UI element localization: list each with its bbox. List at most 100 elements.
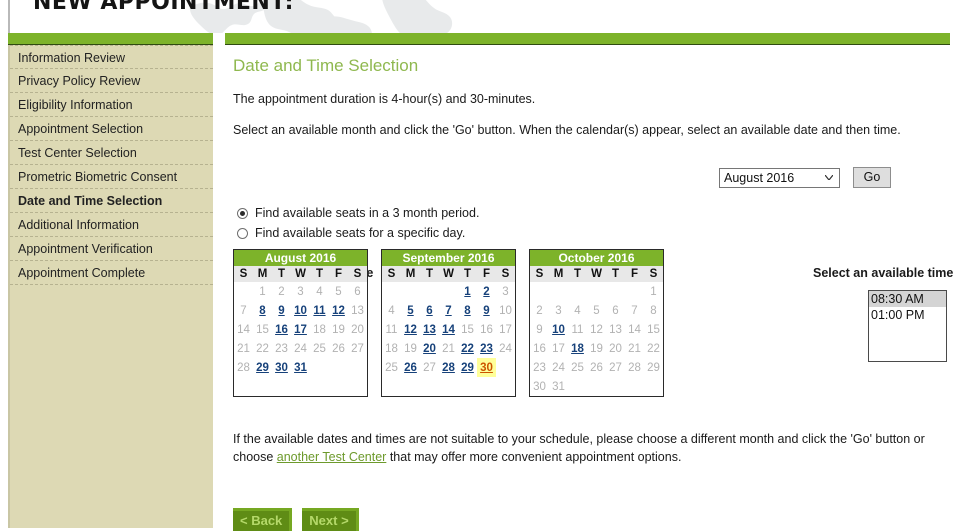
weekday-header: W [439, 266, 458, 282]
sidebar-item-eligibility-information[interactable]: Eligibility Information [10, 93, 213, 117]
calendar-title: September 2016 [382, 250, 515, 266]
calendar-day-available[interactable]: 22 [458, 339, 477, 358]
calendar-day-available[interactable]: 31 [291, 358, 310, 377]
calendar-week-row: 25 26 27 28 29 30 [382, 358, 515, 377]
another-test-center-link[interactable]: another Test Center [277, 450, 387, 464]
sidebar-item-appointment-selection[interactable]: Appointment Selection [10, 117, 213, 141]
calendar-day-unavailable: 27 [609, 361, 622, 374]
calendar-grid: S M T W T F S 1 2 3 4 5 6 7 8 9 10 11 12 13 14 15 16 17 18 19 20 21… [234, 266, 367, 377]
calendar-day-unavailable: 1 [650, 285, 657, 298]
calendar-day-available[interactable]: 18 [568, 339, 587, 358]
calendar-day-available[interactable]: 13 [420, 320, 439, 339]
calendar-day-available[interactable]: 11 [310, 301, 329, 320]
radio-icon-unselected[interactable] [237, 227, 248, 239]
header-left-rule [8, 0, 10, 33]
calendar-day-available[interactable]: 29 [253, 358, 272, 377]
sidebar-item-test-center-selection[interactable]: Test Center Selection [10, 141, 213, 165]
calendar-day-unavailable: 25 [385, 361, 398, 374]
calendar-day-unavailable: 3 [555, 304, 562, 317]
calendar-week-row: 2345678 [530, 301, 663, 320]
instruction-text: Select an available month and click the … [233, 123, 901, 137]
calendar-day-available[interactable]: 12 [329, 301, 348, 320]
month-select-dropdown[interactable]: August 2016 [719, 168, 840, 188]
sidebar-item-appointment-complete[interactable]: Appointment Complete [10, 261, 213, 285]
time-list-box[interactable]: 08:30 AM 01:00 PM [868, 290, 947, 362]
calendar-day-available[interactable]: 23 [477, 339, 496, 358]
go-button[interactable]: Go [853, 167, 891, 188]
calendar-day-available[interactable]: 8 [253, 301, 272, 320]
calendar-day-available[interactable]: 10 [549, 320, 568, 339]
weekday-header: M [401, 266, 420, 282]
calendar-day-unavailable: 6 [612, 304, 619, 317]
calendar-day-unavailable: 16 [480, 323, 493, 336]
sidebar-item-privacy-policy-review[interactable]: Privacy Policy Review [10, 69, 213, 93]
calendar-day-available[interactable]: 14 [439, 320, 458, 339]
calendar-month: September 2016 S M T W T F S 1 2 3 4 5 6 7 8 9 10 11 12 13 14… [381, 249, 516, 397]
sidebar-item-label: Privacy Policy Review [18, 74, 141, 88]
calendar-day-unavailable: 27 [423, 361, 436, 374]
weekday-header: T [310, 266, 329, 282]
sidebar-item-additional-information[interactable]: Additional Information [10, 213, 213, 237]
calendar-day-unavailable: 20 [351, 323, 364, 336]
calendar-day-unavailable: 21 [628, 342, 641, 355]
calendar-week-row: 9 10 11 12 13 14 15 [530, 320, 663, 339]
calendar-day-available[interactable]: 20 [420, 339, 439, 358]
calendar-week-row: 123456 [234, 282, 367, 301]
sidebar-item-label: Appointment Verification [18, 242, 153, 256]
calendar-day-unavailable: 4 [316, 285, 323, 298]
calendar-grid: S M T W T F S 1 2 3 4 5 6 7 8 9 10 11 12 13 14 15 16 17 18 19 20 21… [530, 266, 663, 396]
weekday-header: S [234, 266, 253, 282]
calendar-day-blank [625, 282, 644, 301]
calendar-day-available[interactable]: 12 [401, 320, 420, 339]
sidebar-item-label: Date and Time Selection [18, 194, 163, 208]
calendar-day-available[interactable]: 26 [401, 358, 420, 377]
weekday-header: S [644, 266, 663, 282]
calendar-day-available[interactable]: 2 [477, 282, 496, 301]
radio-option-3-month-period[interactable]: Find available seats in a 3 month period… [237, 205, 479, 221]
calendar-weekday-row: SMTWTFS [234, 266, 367, 282]
calendar-day-unavailable: 13 [609, 323, 622, 336]
weekday-header: T [458, 266, 477, 282]
footer-text-after: that may offer more convenient appointme… [386, 450, 682, 464]
calendar-day-unavailable: 21 [442, 342, 455, 355]
calendar-day-available[interactable]: 7 [439, 301, 458, 320]
calendar-week-row: 7 8 9 10 11 12 13 [234, 301, 367, 320]
sidebar-item-label: Prometric Biometric Consent [18, 170, 178, 184]
calendar-day-unavailable: 30 [533, 380, 546, 393]
calendar-day-selected[interactable]: 30 [477, 358, 496, 377]
time-option[interactable]: 01:00 PM [869, 307, 946, 323]
calendar-day-available[interactable]: 29 [458, 358, 477, 377]
calendar-day-unavailable: 11 [571, 323, 584, 336]
radio-icon-selected[interactable] [237, 207, 248, 219]
calendar-day-available[interactable]: 16 [272, 320, 291, 339]
calendar-week-row: 1 [530, 282, 663, 301]
calendar-day-blank [420, 282, 439, 301]
sidebar-item-appointment-verification[interactable]: Appointment Verification [10, 237, 213, 261]
calendar-day-available[interactable]: 17 [291, 320, 310, 339]
sidebar-item-prometric-biometric-consent[interactable]: Prometric Biometric Consent [10, 165, 213, 189]
sidebar-item-information-review[interactable]: Information Review [10, 45, 213, 69]
calendar-day-unavailable: 17 [552, 342, 565, 355]
radio-option-specific-day[interactable]: Find available seats for a specific day. [237, 225, 479, 241]
calendar-day-available[interactable]: 10 [291, 301, 310, 320]
calendar-day-unavailable: 27 [351, 342, 364, 355]
calendar-day-blank [382, 282, 401, 301]
calendar-day-available[interactable]: 9 [477, 301, 496, 320]
section-heading: Date and Time Selection [233, 56, 419, 75]
calendar-day-available[interactable]: 9 [272, 301, 291, 320]
weekday-header: S [382, 266, 401, 282]
chevron-down-icon [825, 175, 833, 180]
calendar-day-available[interactable]: 5 [401, 301, 420, 320]
time-option-selected[interactable]: 08:30 AM [869, 291, 946, 307]
calendar-day-available[interactable]: 6 [420, 301, 439, 320]
sidebar-item-label: Additional Information [18, 218, 139, 232]
calendar-day-unavailable: 6 [354, 285, 361, 298]
calendar-day-available[interactable]: 28 [439, 358, 458, 377]
calendar-day-available[interactable]: 30 [272, 358, 291, 377]
calendar-day-unavailable: 17 [499, 323, 512, 336]
calendar-day-available[interactable]: 8 [458, 301, 477, 320]
calendar-day-unavailable: 28 [237, 361, 250, 374]
calendar-day-unavailable: 24 [499, 342, 512, 355]
calendar-day-available[interactable]: 1 [458, 282, 477, 301]
sidebar-item-date-and-time-selection[interactable]: Date and Time Selection [10, 189, 213, 213]
